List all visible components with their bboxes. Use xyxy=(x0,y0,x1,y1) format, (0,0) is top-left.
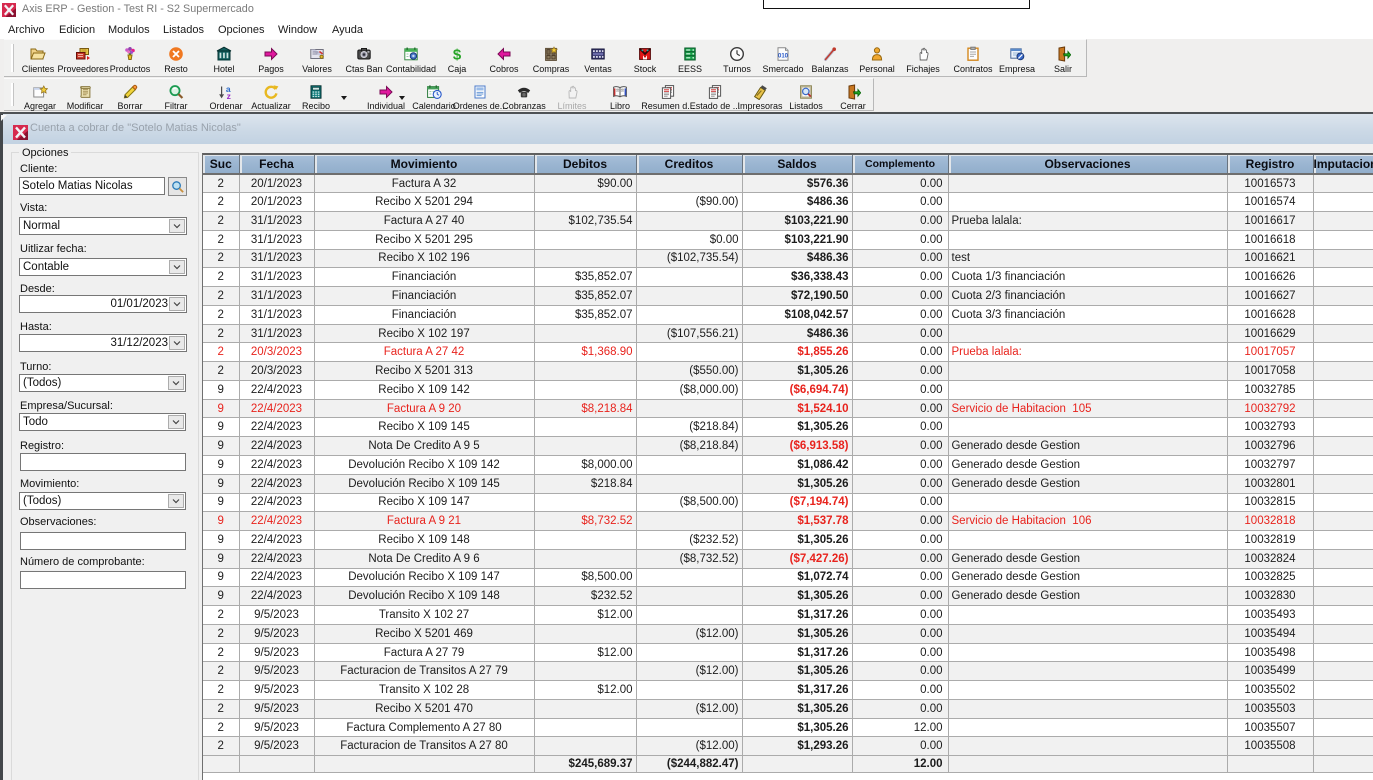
svg-text:010: 010 xyxy=(778,53,789,59)
svg-text:z: z xyxy=(227,91,231,100)
svg-text:$: $ xyxy=(453,46,462,62)
